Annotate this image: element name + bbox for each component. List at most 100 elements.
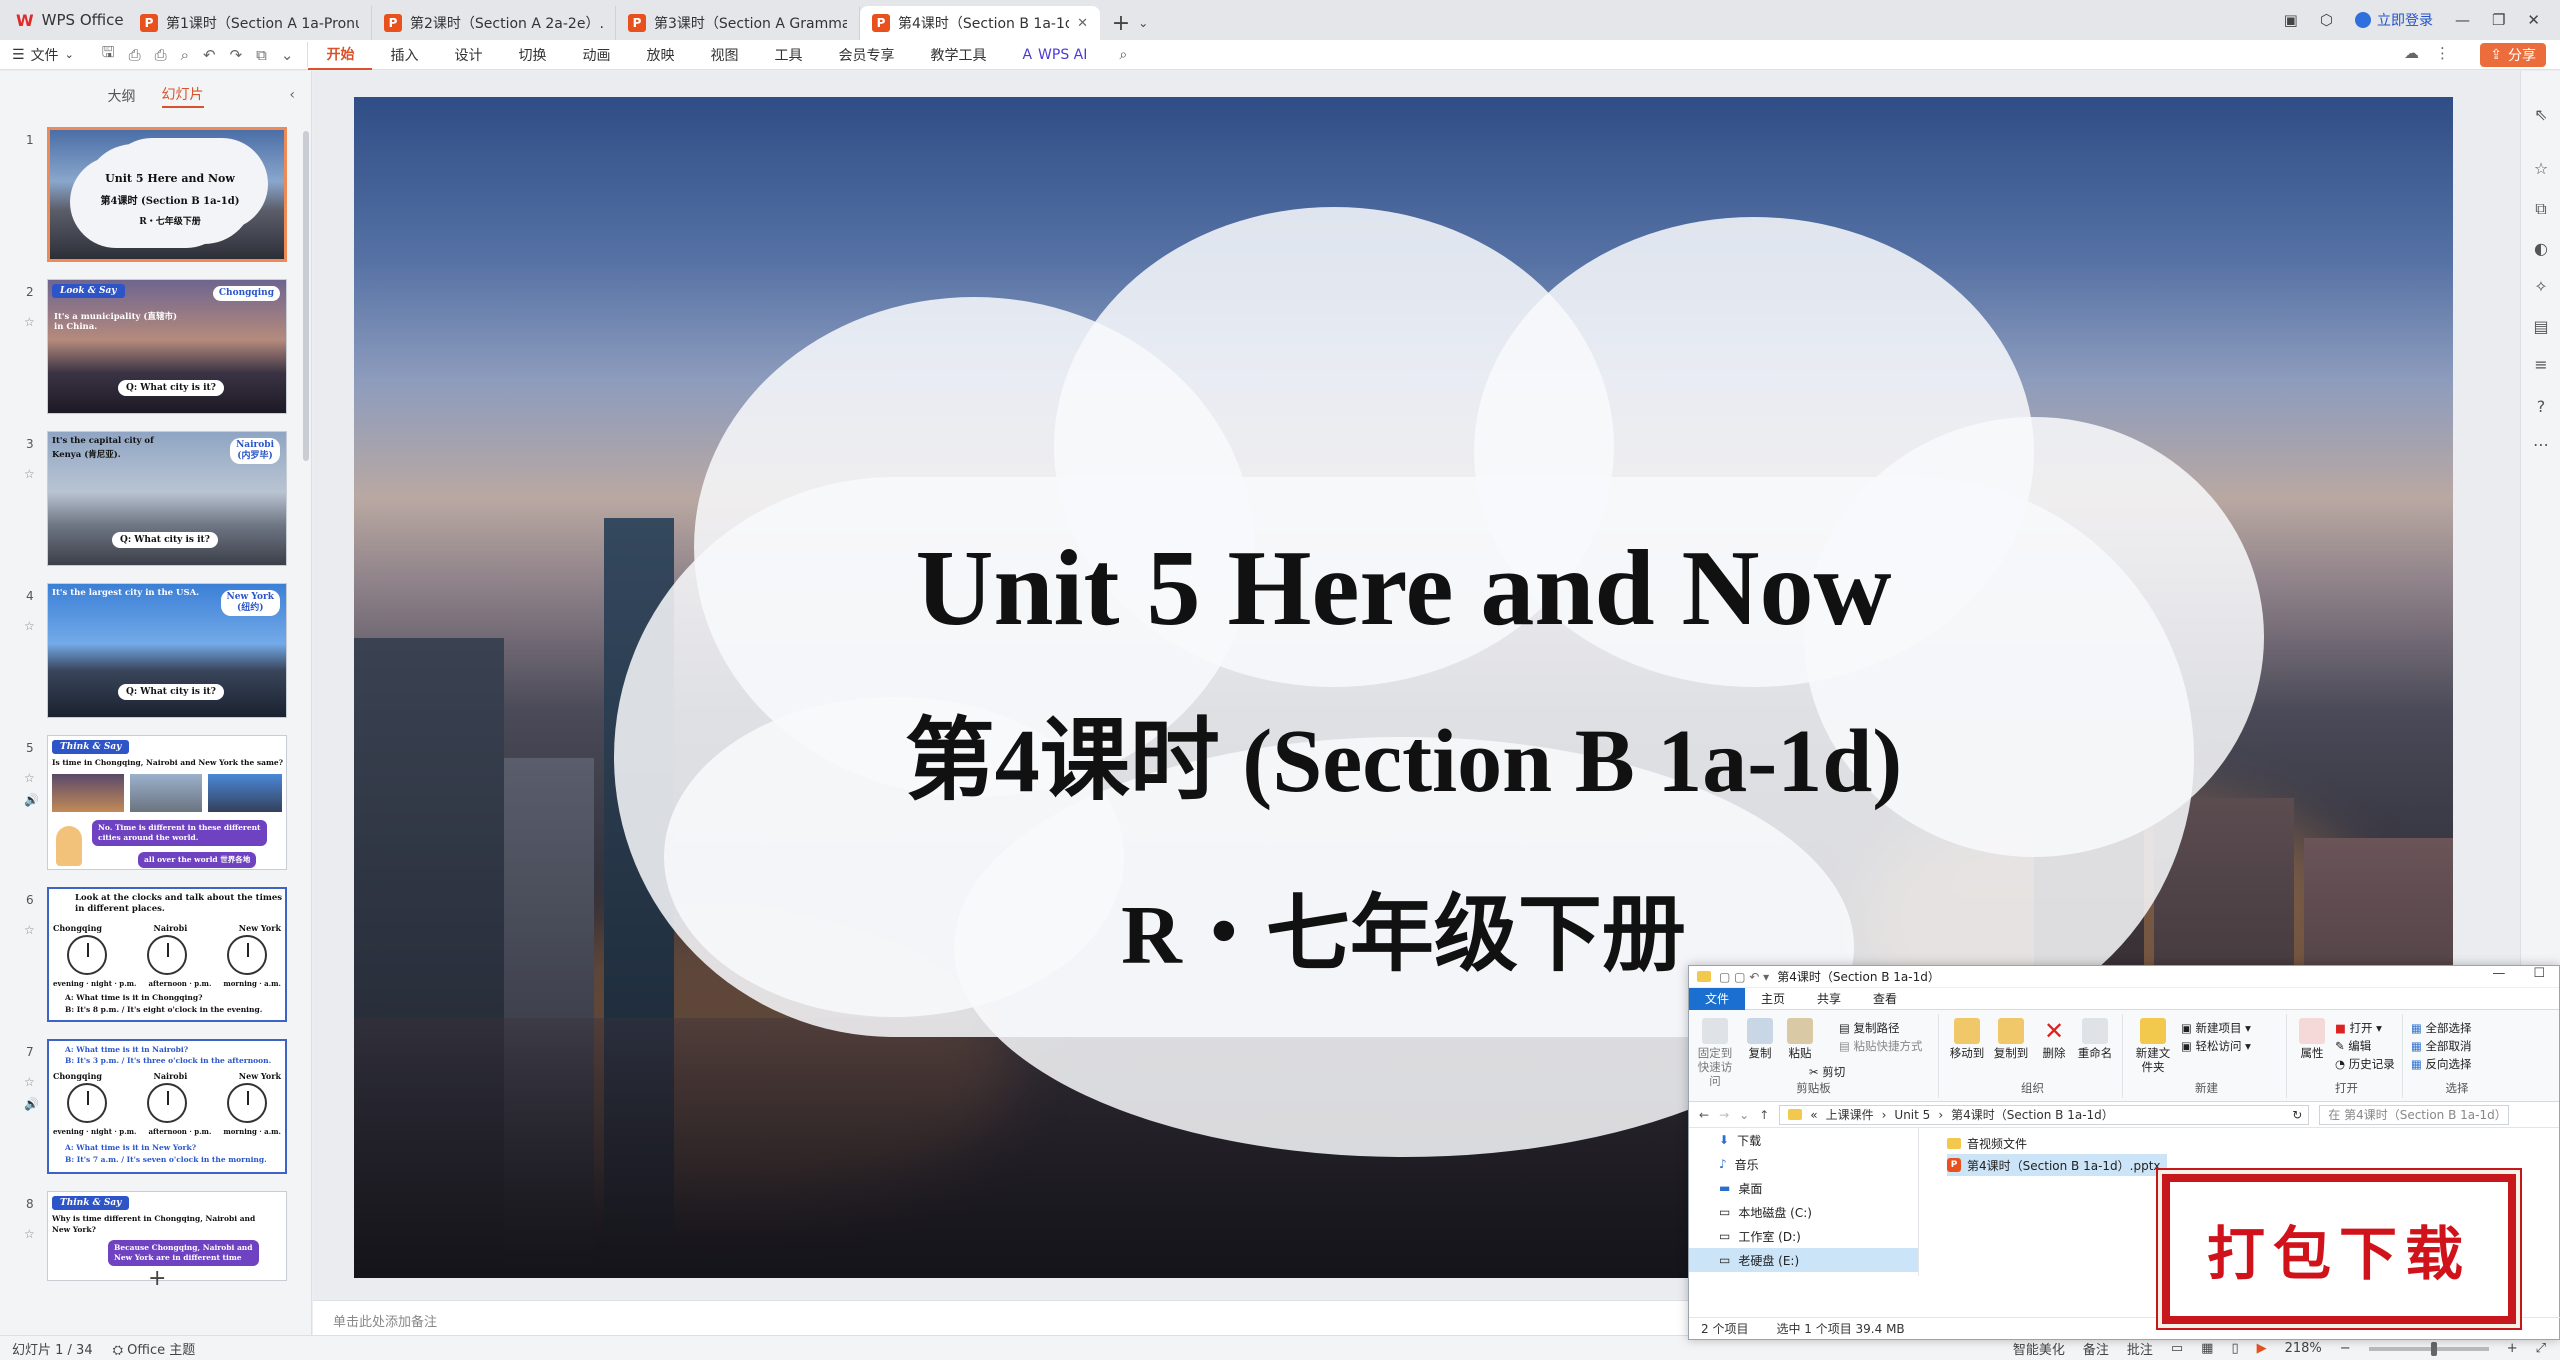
minimize-icon[interactable]: — [2492,966,2505,981]
color-icon[interactable]: ◐ [2521,239,2560,258]
search-icon[interactable]: ⌕ [1105,47,1141,63]
copy-button[interactable]: 复制 [1743,1018,1777,1060]
beautify-button[interactable]: 智能美化 [2013,1339,2065,1358]
tab-member[interactable]: 会员专享 [820,40,912,70]
breadcrumb-item[interactable]: 上课课件 [1826,1106,1874,1123]
close-icon[interactable]: ✕ [2527,11,2540,29]
restore-icon[interactable]: ❐ [2492,11,2505,29]
normal-view-icon[interactable]: ▭ [2171,1341,2183,1356]
recent-icon[interactable]: ⌄ [1739,1108,1749,1122]
back-icon[interactable]: ← [1699,1108,1709,1122]
select-icon[interactable]: ⇖ [2521,105,2560,124]
slide-thumbnail-3[interactable]: It's the capital city of Kenya (肯尼亚). Na… [47,431,287,566]
nav-music[interactable]: ♪ 音乐 [1689,1152,1918,1176]
doc-tab-1[interactable]: P 第1课时（Section A 1a-Pronunciation） [128,6,372,40]
slide-title[interactable]: Unit 5 Here and Now [354,527,2453,651]
sorter-view-icon[interactable]: ▦ [2201,1341,2213,1356]
layers-icon[interactable]: ≡ [2521,355,2560,374]
file-item[interactable]: 音视频文件 [1947,1132,2167,1154]
notes-button[interactable]: 备注 [2083,1339,2109,1358]
tab-transition[interactable]: 切换 [500,40,564,70]
refresh-icon[interactable]: ↻ [2292,1108,2308,1122]
easy-access-button[interactable]: ▣ 轻松访问 ▾ [2181,1038,2251,1054]
forward-icon[interactable]: → [1719,1108,1729,1122]
more-icon[interactable]: ⌄ [281,46,294,64]
breadcrumb-item[interactable]: Unit 5 [1894,1108,1930,1122]
tab-share[interactable]: 共享 [1801,988,1857,1010]
cloud-icon[interactable]: ☁ [2404,44,2419,62]
properties-button[interactable]: 属性 [2295,1018,2329,1060]
chevron-down-icon[interactable]: ⌄ [1138,16,1148,30]
breadcrumb-item[interactable]: 第4课时（Section B 1a-1d） [1951,1106,2114,1123]
nav-desktop[interactable]: ▬ 桌面 [1689,1176,1918,1200]
slide-thumbnail-1[interactable]: Unit 5 Here and Now 第4课时 (Section B 1a-1… [47,127,287,262]
invert-selection-button[interactable]: ▦ 反向选择 [2411,1056,2472,1072]
layout-icon[interactable]: ▣ [2284,11,2298,29]
tab-insert[interactable]: 插入 [372,40,436,70]
comments-button[interactable]: 批注 [2127,1339,2153,1358]
file-menu[interactable]: ☰ 文件 ⌄ [0,45,88,65]
tab-wps-ai[interactable]: A WPS AI [1004,40,1105,70]
star-icon[interactable]: ☆ [24,919,35,941]
more-icon[interactable]: ⋯ [2521,435,2560,454]
theme-button[interactable]: ⛭ Office 主题 [113,1339,196,1358]
nav-drive-d[interactable]: ▭ 工作室 (D:) [1689,1224,1918,1248]
print-icon[interactable]: ⎙ [155,46,167,64]
shape-icon[interactable]: ⧉ [2521,199,2560,219]
doc-tab-2[interactable]: P 第2课时（Section A 2a-2e）.pptx [372,6,616,40]
paste-button[interactable]: 粘贴 [1783,1018,1817,1060]
new-tab-button[interactable]: + ⌄ [1100,6,1160,40]
star-icon[interactable]: ☆ [24,311,35,333]
undo-icon[interactable]: ↶ [203,46,216,64]
redo-icon[interactable]: ↷ [230,46,243,64]
copy-path-button[interactable]: ▤ 复制路径 [1839,1020,1900,1036]
tab-view[interactable]: 查看 [1857,988,1913,1010]
nav-drive-e[interactable]: ▭ 老硬盘 (E:) [1689,1248,1918,1272]
tab-animation[interactable]: 动画 [564,40,628,70]
tab-tools[interactable]: 工具 [756,40,820,70]
tab-design[interactable]: 设计 [436,40,500,70]
home-tab[interactable]: W WPS Office [0,0,128,40]
new-folder-button[interactable]: 新建文件夹 [2131,1018,2175,1074]
zoom-out-icon[interactable]: − [2340,1341,2351,1356]
preview-icon[interactable]: ⌕ [181,46,189,64]
tab-slideshow[interactable]: 放映 [628,40,692,70]
slide-thumbnail-2[interactable]: Look & Say It's a municipality (直辖市) in … [47,279,287,414]
new-item-button[interactable]: ▣ 新建项目 ▾ [2181,1020,2251,1036]
collapse-panel-icon[interactable]: ‹ [289,87,295,103]
format-icon[interactable]: ⧉ [256,46,267,64]
zoom-slider[interactable] [2368,1341,2489,1356]
maximize-icon[interactable]: ☐ [2533,966,2545,981]
edit-button[interactable]: ✎ 编辑 [2335,1038,2371,1054]
explorer-search[interactable]: 在 第4课时（Section B 1a-1d） [2319,1104,2510,1125]
copy-to-button[interactable]: 复制到 [1991,1018,2031,1060]
select-all-button[interactable]: ▦ 全部选择 [2411,1020,2472,1036]
rename-button[interactable]: 重命名 [2075,1018,2115,1060]
pin-button[interactable]: 固定到快速访问 [1693,1018,1737,1088]
zoom-level[interactable]: 218% [2285,1341,2322,1356]
more-menu-icon[interactable]: ⋮ [2435,44,2450,62]
slide-thumbnail-8[interactable]: Think & Say Why is time different in Cho… [47,1191,287,1281]
select-none-button[interactable]: ▦ 全部取消 [2411,1038,2472,1054]
history-button[interactable]: ◔ 历史记录 [2335,1056,2395,1072]
address-bar[interactable]: « 上课课件 › Unit 5 › 第4课时（Section B 1a-1d） … [1779,1104,2310,1125]
add-slide-button[interactable]: + [148,1266,166,1291]
slide-thumbnail-5[interactable]: Think & Say Is time in Chongqing, Nairob… [47,735,287,870]
nav-downloads[interactable]: ⬇ 下载 [1689,1128,1918,1152]
magic-icon[interactable]: ✧ [2521,277,2560,296]
slide-thumbnail-6[interactable]: Look at the clocks and talk about the ti… [47,887,287,1022]
star-icon[interactable]: ☆ [24,1223,35,1245]
star-icon[interactable]: ☆ [24,463,35,485]
quick-access-icons[interactable]: ▢ ▢ ↶ ▾ [1719,970,1769,984]
favorite-icon[interactable]: ☆ [2521,159,2560,178]
up-icon[interactable]: ↑ [1759,1108,1769,1122]
delete-button[interactable]: ✕ 删除 [2037,1018,2071,1060]
tab-home[interactable]: 主页 [1745,988,1801,1010]
tab-slides[interactable]: 幻灯片 [161,84,204,108]
tab-home[interactable]: 开始 [308,40,373,70]
panel-scrollbar[interactable] [303,131,309,461]
minimize-icon[interactable]: — [2455,11,2470,29]
export-icon[interactable]: ⎙ [129,46,141,64]
fit-icon[interactable]: ⤢ [2536,1341,2546,1356]
download-badge[interactable]: 打包下载 [2158,1170,2520,1328]
